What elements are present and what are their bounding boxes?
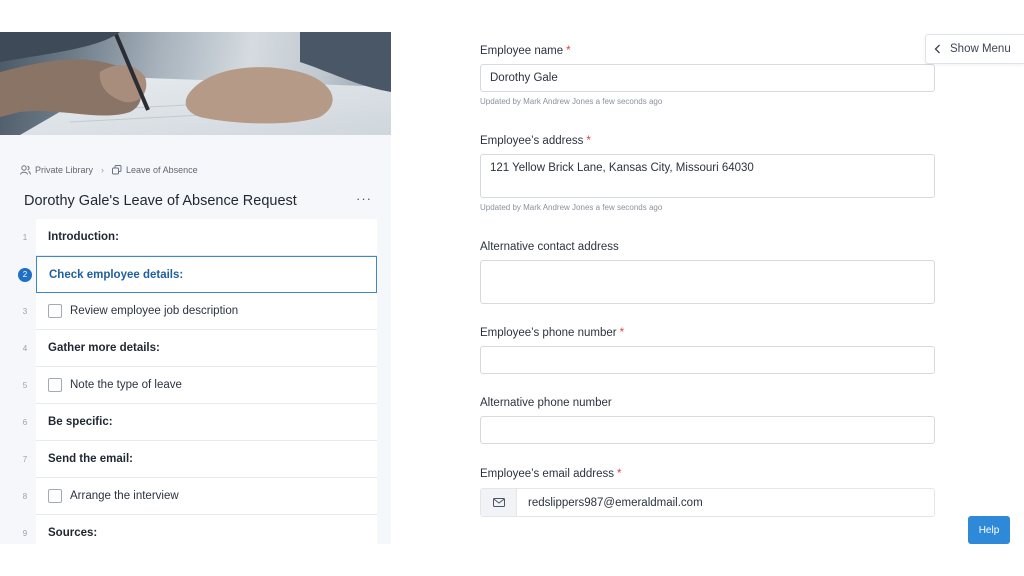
employee-name-updated: Updated by Mark Andrew Jones a few secon… [480, 97, 663, 106]
phone-label-text: Employee’s phone number [480, 327, 617, 339]
step-number: 7 [22, 455, 28, 464]
step-number: 3 [22, 307, 28, 316]
checklist-step[interactable]: 2 Check employee details: [0, 256, 391, 293]
chevron-right-icon: › [101, 165, 105, 175]
step-box[interactable]: Be specific: [36, 404, 377, 441]
envelope-icon [492, 498, 505, 507]
task-checkbox[interactable] [48, 304, 62, 318]
employee-address-updated: Updated by Mark Andrew Jones a few secon… [480, 203, 663, 212]
step-label: Sources: [48, 527, 98, 539]
step-label: Review employee job description [70, 305, 239, 317]
step-number: 1 [22, 233, 28, 242]
chevron-left-icon [934, 44, 940, 54]
step-box[interactable]: Sources: [36, 515, 377, 544]
breadcrumb-private-library[interactable]: Private Library [20, 165, 93, 175]
step-number: 2 [18, 267, 32, 282]
employee-address-input[interactable]: 121 Yellow Brick Lane, Kansas City, Miss… [480, 154, 935, 198]
checklist-step[interactable]: 5 Note the type of leave [0, 367, 391, 404]
show-menu-button[interactable]: Show Menu [925, 34, 1024, 64]
checklist-step[interactable]: 7 Send the email: [0, 441, 391, 478]
help-button[interactable]: Help [968, 516, 1010, 544]
more-options-icon[interactable]: ··· [356, 192, 372, 209]
checklist-step[interactable]: 3 Review employee job description [0, 293, 391, 330]
breadcrumb: Private Library › Leave of Absence [20, 165, 198, 175]
checklist-step[interactable]: 8 Arrange the interview [0, 478, 391, 515]
employee-address-label-text: Employee’s address [480, 135, 584, 147]
task-checkbox[interactable] [48, 378, 62, 392]
alt-address-input[interactable] [480, 260, 935, 304]
breadcrumb-folder[interactable]: Leave of Absence [112, 165, 198, 175]
phone-input[interactable] [480, 346, 935, 374]
email-label-text: Employee’s email address [480, 468, 615, 480]
step-number: 6 [22, 418, 28, 427]
step-label: Introduction: [48, 231, 119, 243]
checklist-step[interactable]: 9 Sources: [0, 515, 391, 544]
step-box[interactable]: Review employee job description [36, 293, 377, 330]
page-title: Dorothy Gale's Leave of Absence Request [24, 193, 297, 209]
step-box[interactable]: Arrange the interview [36, 478, 377, 515]
step-box[interactable]: Note the type of leave [36, 367, 377, 404]
checklist: 1 Introduction: 2 Check employee details: 3 R… [0, 219, 391, 544]
required-marker: * [586, 135, 591, 147]
employee-name-input[interactable]: Dorothy Gale [480, 64, 935, 92]
employee-name-label-text: Employee name [480, 45, 564, 57]
alt-phone-label: Alternative phone number [480, 397, 612, 409]
email-input[interactable]: redslippers987@emeraldmail.com [480, 488, 935, 517]
step-label: Note the type of leave [70, 379, 182, 391]
required-marker: * [619, 327, 625, 339]
alt-address-label: Alternative contact address [480, 241, 619, 253]
phone-label: Employee’s phone number * [480, 327, 624, 339]
step-label: Arrange the interview [70, 490, 179, 502]
checklist-panel: Private Library › Leave of Absence Dorot… [0, 32, 391, 544]
checklist-step[interactable]: 6 Be specific: [0, 404, 391, 441]
step-number: 8 [22, 492, 28, 501]
employee-address-label: Employee’s address * [480, 135, 591, 147]
step-label: Check employee details: [49, 268, 184, 281]
alt-phone-input[interactable] [480, 416, 935, 444]
step-number: 5 [22, 381, 28, 390]
employee-name-value: Dorothy Gale [490, 72, 558, 84]
step-label: Send the email: [48, 453, 133, 465]
step-box[interactable]: Gather more details: [36, 330, 377, 367]
checklist-step[interactable]: 4 Gather more details: [0, 330, 391, 367]
required-marker: * [617, 468, 622, 480]
email-label: Employee’s email address * [480, 468, 622, 480]
step-number: 4 [22, 344, 28, 353]
breadcrumb-library-label: Private Library [35, 165, 94, 175]
checklist-step[interactable]: 1 Introduction: [0, 219, 391, 256]
step-box[interactable]: Send the email: [36, 441, 377, 478]
required-marker: * [566, 45, 571, 57]
employee-address-value: 121 Yellow Brick Lane, Kansas City, Miss… [490, 162, 754, 174]
step-label: Be specific: [48, 416, 113, 428]
step-box[interactable]: Introduction: [36, 219, 377, 256]
hero-image [0, 32, 391, 135]
email-value: redslippers987@emeraldmail.com [528, 496, 703, 509]
step-number: 9 [22, 529, 28, 538]
copy-icon [112, 165, 122, 175]
task-checkbox[interactable] [48, 489, 62, 503]
show-menu-label: Show Menu [950, 43, 1011, 55]
step-label: Gather more details: [48, 342, 160, 354]
step-box[interactable]: Check employee details: [36, 256, 377, 293]
users-icon [20, 165, 31, 175]
employee-name-label: Employee name * [480, 45, 571, 57]
email-addon [481, 489, 517, 516]
breadcrumb-folder-label: Leave of Absence [126, 165, 198, 175]
